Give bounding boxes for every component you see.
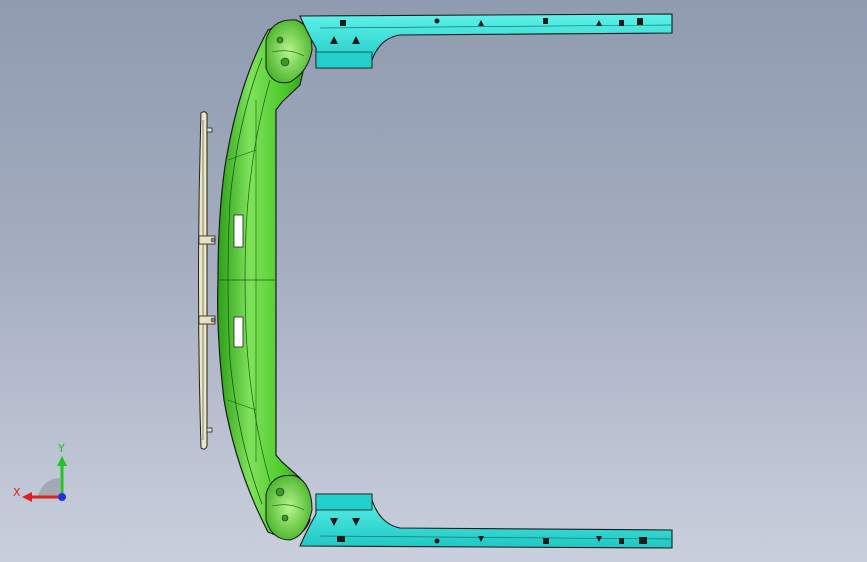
cad-viewport[interactable]: Y X [0, 0, 867, 562]
model-view[interactable] [0, 0, 867, 562]
x-axis-label: X [13, 486, 21, 499]
triad-plane [38, 477, 60, 497]
y-axis-label: Y [57, 442, 65, 455]
bumper-body[interactable] [217, 23, 311, 538]
z-axis-dot [58, 493, 66, 501]
front-grille[interactable] [198, 111, 216, 450]
bumper-corner-lower[interactable] [265, 474, 313, 541]
x-arrow [22, 492, 32, 502]
bumper-corner-upper[interactable] [265, 19, 313, 84]
coordinate-triad: Y X [13, 442, 67, 502]
side-bracket-upper[interactable] [299, 13, 673, 69]
y-arrow [57, 456, 67, 466]
side-bracket-lower[interactable] [299, 493, 673, 549]
